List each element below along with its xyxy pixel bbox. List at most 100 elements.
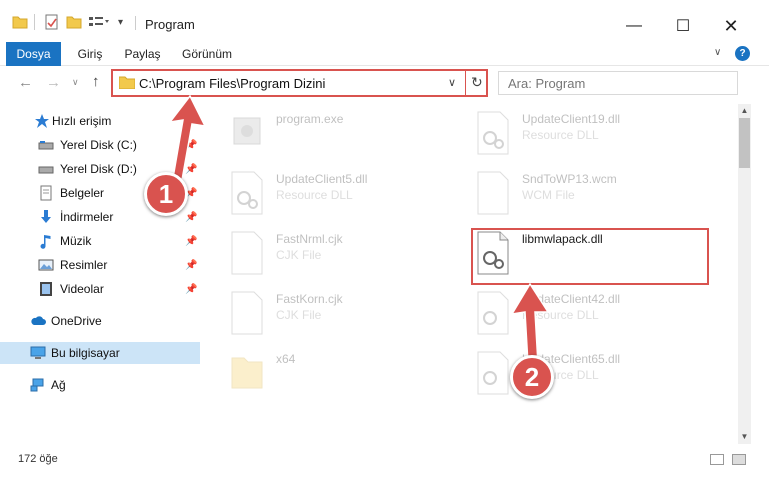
help-icon[interactable]: ? bbox=[735, 46, 750, 61]
up-icon[interactable]: ↑ bbox=[92, 73, 100, 90]
address-path[interactable]: C:\Program Files\Program Dizini bbox=[139, 76, 325, 91]
file-item[interactable]: FastKorn.cjk CJK File bbox=[228, 286, 463, 344]
title-separator bbox=[135, 16, 136, 30]
video-icon bbox=[40, 282, 52, 296]
sidebar-item-label: Videolar bbox=[60, 282, 104, 296]
documents-icon bbox=[40, 185, 52, 201]
large-icons-view-icon[interactable] bbox=[732, 454, 746, 465]
sidebar-item-label: Yerel Disk (C:) bbox=[60, 138, 137, 152]
file-type: CJK File bbox=[276, 308, 322, 322]
sidebar-item-label: Müzik bbox=[60, 234, 92, 248]
exe-icon bbox=[233, 117, 261, 145]
pin-icon[interactable]: 📌 bbox=[185, 140, 197, 151]
dll-icon bbox=[477, 291, 509, 335]
drive-icon bbox=[38, 141, 54, 150]
cloud-icon bbox=[31, 316, 46, 325]
search-input[interactable]: Ara: Program bbox=[498, 71, 738, 95]
scroll-up-icon[interactable]: ▲ bbox=[738, 106, 751, 115]
sidebar-item-pictures[interactable]: Resimler 📌 bbox=[0, 254, 200, 276]
window-title: Program bbox=[145, 17, 195, 32]
sidebar-item-label: İndirmeler bbox=[60, 210, 114, 224]
recent-locations-icon[interactable]: ∨ bbox=[72, 77, 79, 88]
pin-icon[interactable]: 📌 bbox=[185, 260, 197, 271]
pin-icon[interactable]: 📌 bbox=[185, 236, 197, 247]
file-icon bbox=[477, 171, 509, 215]
title-bar: ▾ Program — ☐ ✕ bbox=[0, 0, 769, 42]
file-item[interactable]: x64 bbox=[228, 346, 463, 404]
network-icon bbox=[30, 378, 44, 392]
details-view-icon[interactable] bbox=[710, 454, 724, 465]
tab-giris[interactable]: Giriş bbox=[70, 42, 110, 66]
pictures-icon bbox=[38, 259, 54, 271]
sidebar-item-label: Resimler bbox=[60, 258, 108, 272]
file-name: FastNrml.cjk bbox=[276, 232, 343, 246]
back-icon[interactable]: ← bbox=[18, 74, 33, 91]
address-bar[interactable]: C:\Program Files\Program Dizini ∨ ↻ bbox=[111, 69, 488, 97]
tab-paylas[interactable]: Paylaş bbox=[120, 42, 165, 66]
file-name: UpdateClient5.dll bbox=[276, 172, 368, 186]
pin-icon[interactable]: 📌 bbox=[185, 164, 197, 175]
file-item[interactable]: UpdateClient5.dll Resource DLL bbox=[228, 166, 463, 224]
scroll-thumb[interactable] bbox=[739, 118, 750, 168]
tab-dosya[interactable]: Dosya bbox=[6, 42, 61, 66]
maximize-icon[interactable]: ☐ bbox=[660, 12, 706, 40]
vertical-scrollbar[interactable]: ▲ ▼ bbox=[738, 104, 751, 444]
dll-icon bbox=[231, 171, 263, 215]
file-item[interactable]: FastNrml.cjk CJK File bbox=[228, 226, 463, 284]
computer-icon bbox=[30, 346, 46, 359]
forward-icon[interactable]: → bbox=[46, 74, 61, 91]
folder-icon bbox=[231, 357, 263, 389]
item-count: 172 öğe bbox=[18, 453, 58, 465]
pin-icon[interactable]: 📌 bbox=[185, 212, 197, 223]
tab-gorunum[interactable]: Görünüm bbox=[177, 42, 237, 66]
file-name: UpdateClient19.dll bbox=[522, 112, 621, 126]
sidebar-item-label: Yerel Disk (D:) bbox=[60, 162, 137, 176]
address-dropdown-icon[interactable]: ∨ bbox=[448, 76, 456, 89]
file-item[interactable]: UpdateClient19.dll Resource DLL bbox=[474, 106, 709, 164]
scroll-down-icon[interactable]: ▼ bbox=[738, 432, 751, 441]
qa-separator bbox=[34, 14, 35, 30]
sidebar-item-label: Belgeler bbox=[60, 186, 105, 200]
sidebar-item-label: OneDrive bbox=[51, 314, 102, 328]
sidebar-item-label: Ağ bbox=[51, 378, 66, 392]
file-type: WCM File bbox=[522, 188, 575, 202]
sidebar-item-this-pc[interactable]: Bu bilgisayar bbox=[0, 342, 200, 364]
file-name: SndToWP13.wcm bbox=[522, 172, 617, 186]
sidebar-item-videos[interactable]: Videolar 📌 bbox=[0, 278, 200, 300]
properties-icon[interactable] bbox=[44, 12, 60, 32]
sidebar-item-quick-access[interactable]: Hızlı erişim bbox=[0, 110, 200, 132]
target-file-highlight bbox=[471, 228, 709, 285]
sidebar-item-label: Bu bilgisayar bbox=[51, 346, 120, 360]
new-folder-icon[interactable] bbox=[66, 12, 82, 32]
sidebar-item-network[interactable]: Ağ bbox=[0, 374, 200, 396]
view-options-icon[interactable] bbox=[88, 12, 110, 32]
file-type: Resource DLL bbox=[522, 308, 599, 322]
customize-quick-access-icon[interactable]: ▾ bbox=[118, 12, 123, 32]
sidebar-item-local-disk-c[interactable]: Yerel Disk (C:) 📌 bbox=[0, 134, 200, 156]
file-item[interactable]: UpdateClient42.dll Resource DLL bbox=[474, 286, 709, 344]
file-name: UpdateClient42.dll bbox=[522, 292, 621, 306]
minimize-icon[interactable]: — bbox=[611, 12, 657, 40]
sidebar-item-onedrive[interactable]: OneDrive bbox=[0, 310, 200, 332]
step-1-badge: 1 bbox=[144, 172, 188, 216]
dll-icon bbox=[477, 351, 509, 395]
file-name: program.exe bbox=[276, 112, 344, 126]
star-icon bbox=[35, 114, 49, 128]
drive-icon bbox=[38, 166, 54, 174]
file-type: Resource DLL bbox=[522, 128, 599, 142]
expand-ribbon-icon[interactable]: ∨ bbox=[714, 47, 721, 58]
file-item[interactable]: program.exe bbox=[228, 106, 463, 164]
download-icon bbox=[41, 210, 51, 223]
sidebar-item-music[interactable]: Müzik 📌 bbox=[0, 230, 200, 252]
pin-icon[interactable]: 📌 bbox=[185, 284, 197, 295]
ribbon: Dosya Giriş Paylaş Görünüm ∨ ? bbox=[0, 42, 769, 66]
sidebar-item-label: Hızlı erişim bbox=[52, 114, 112, 128]
file-item[interactable]: SndToWP13.wcm WCM File bbox=[474, 166, 709, 224]
status-bar: 172 öğe bbox=[0, 448, 769, 470]
close-icon[interactable]: ✕ bbox=[708, 12, 754, 40]
file-name: x64 bbox=[276, 352, 296, 366]
step-2-badge: 2 bbox=[510, 355, 554, 399]
folder-icon bbox=[119, 76, 135, 89]
dll-icon bbox=[477, 111, 509, 155]
refresh-icon[interactable]: ↻ bbox=[471, 74, 483, 91]
